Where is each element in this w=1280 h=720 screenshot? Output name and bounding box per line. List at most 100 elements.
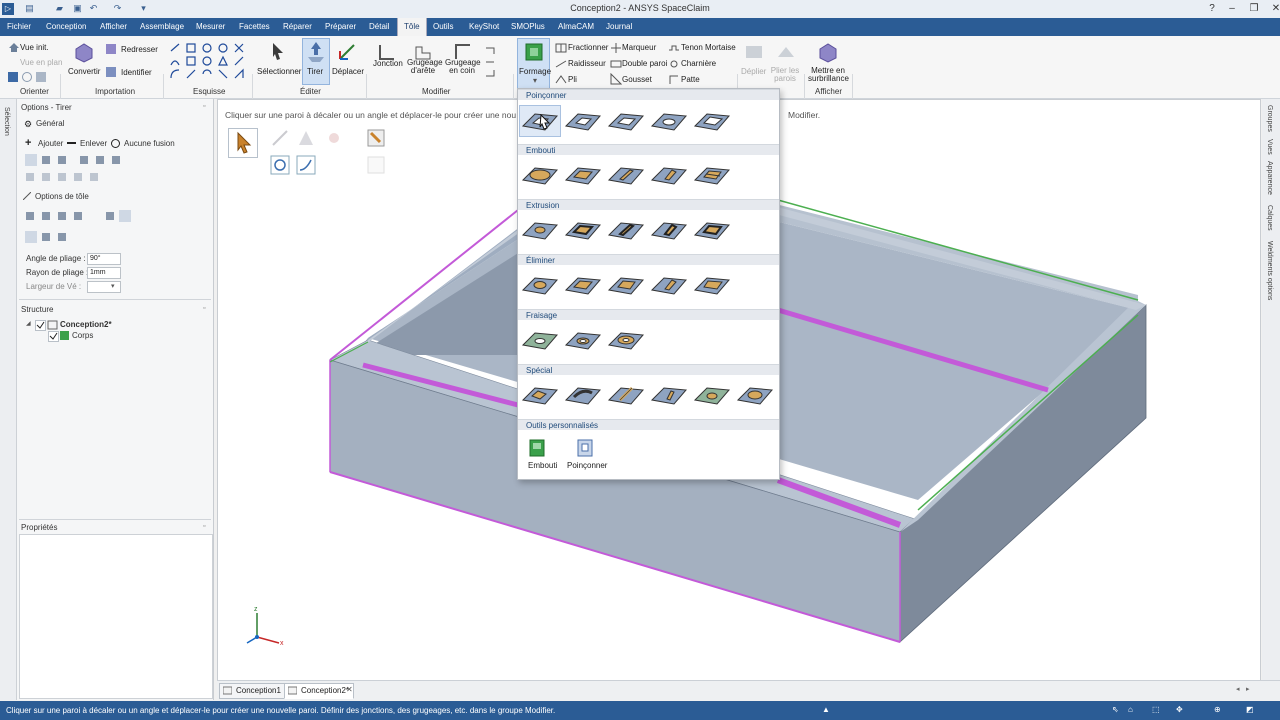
menu-facettes[interactable]: Facettes [239,18,270,36]
tab-scroll-left-icon[interactable]: ◂ [1236,685,1240,693]
raidisseur-icon[interactable] [555,58,567,70]
structure-child[interactable]: Corps [72,331,93,340]
home-view-icon[interactable] [8,41,20,53]
vues-side-tab[interactable]: Vues [1266,139,1273,155]
extrusion-tool-5-icon[interactable] [692,215,732,245]
special-tool-2-icon[interactable] [563,380,603,410]
punch-tool-5-icon[interactable] [692,106,732,136]
rayon-pliage-input[interactable]: 1mm [87,267,121,279]
menu-fichier[interactable]: Fichier [7,18,31,36]
status-view-icon[interactable]: ◩ [1246,705,1254,714]
close-tab-icon[interactable]: ✕ [346,685,353,694]
countersink-tool-3-icon[interactable] [606,325,646,355]
add-icon[interactable]: + [25,138,31,149]
custom-embouti-icon[interactable] [528,439,546,457]
emboss-tool-5-icon[interactable] [692,160,732,190]
patte-icon[interactable] [668,73,680,85]
tirer-button[interactable]: Tirer [307,67,323,76]
pin-icon[interactable]: ▫ [203,103,205,110]
largeur-ve-select[interactable] [87,281,121,293]
vue-init-button[interactable]: Vue init. [20,43,49,52]
menu-tole[interactable]: Tôle [397,18,427,36]
angle-pliage-input[interactable]: 90° [87,253,121,265]
status-up-icon[interactable]: ▲ [822,705,830,714]
extrusion-tool-2-icon[interactable] [563,215,603,245]
maximize-icon[interactable]: ❐ [1242,1,1266,17]
vue-en-plan-button[interactable]: Vue en plan [20,58,62,67]
menu-assemblage[interactable]: Assemblage [140,18,184,36]
eliminate-tool-5-icon[interactable] [692,270,732,300]
countersink-tool-2-icon[interactable] [563,325,603,355]
calques-side-tab[interactable]: Calques [1266,205,1273,231]
emboss-tool-1-icon[interactable] [520,160,560,190]
emboss-tool-3-icon[interactable] [606,160,646,190]
fractionner-button[interactable]: Fractionner [568,43,608,52]
special-tool-4-icon[interactable] [649,380,689,410]
double-paroi-button[interactable]: Double paroi [622,59,667,68]
menu-outils[interactable]: Outils [433,18,453,36]
convertir-icon[interactable] [73,41,95,63]
select-arrow-icon[interactable] [267,41,289,63]
custom-poinconner-icon[interactable] [576,439,594,457]
status-box-select-icon[interactable]: ⬚ [1152,705,1160,714]
selection-side-tab[interactable]: Sélection [3,107,10,136]
identifier-icon[interactable] [105,66,117,78]
ajouter-option[interactable]: Ajouter [38,139,63,148]
aucune-fusion-option[interactable]: Aucune fusion [124,139,175,148]
move-icon[interactable] [336,41,358,63]
marqueur-icon[interactable] [610,42,622,54]
minimize-icon[interactable]: ‒ [1220,1,1244,17]
status-pan-icon[interactable]: ✥ [1176,705,1183,714]
menu-afficher[interactable]: Afficher [100,18,127,36]
plier-parois-button[interactable]: Plier les parois [770,67,800,83]
checkbox[interactable] [35,320,46,331]
view-cube-icon[interactable] [8,72,18,82]
status-filter-icon[interactable]: ⌂ [1128,705,1133,714]
deplier-button[interactable]: Déplier [741,67,766,76]
pli-icon[interactable] [555,73,567,85]
extrusion-tool-4-icon[interactable] [649,215,689,245]
menu-reparer[interactable]: Réparer [283,18,312,36]
status-select-mode-icon[interactable]: ⇖ [1112,705,1119,714]
punch-tool-1-icon[interactable] [519,105,561,137]
eliminate-tool-1-icon[interactable] [520,270,560,300]
charniere-button[interactable]: Charnière [681,59,716,68]
close-icon[interactable]: ✕ [1264,1,1280,17]
rotate-view-icon[interactable] [22,72,32,82]
remove-icon[interactable] [67,142,76,144]
checkbox[interactable] [48,331,59,342]
raidisseur-button[interactable]: Raidisseur [568,59,606,68]
apparence-side-tab[interactable]: Apparence [1266,161,1273,195]
collapse-icon[interactable]: ◢ [26,320,31,327]
gousset-icon[interactable] [610,72,623,85]
formage-button[interactable]: Formage [519,67,551,76]
grugeage-arete-button[interactable]: Grugeage d'arête [407,59,443,75]
custom-embouti-label[interactable]: Embouti [528,461,557,470]
grugeage-coin-button[interactable]: Grugeage en coin [445,59,481,75]
menu-almacam[interactable]: AlmaCAM [558,18,594,36]
plier-parois-icon[interactable] [775,41,797,63]
redresser-button[interactable]: Redresser [121,45,158,54]
emboss-tool-4-icon[interactable] [649,160,689,190]
zoom-view-icon[interactable] [36,72,46,82]
emboss-tool-2-icon[interactable] [563,160,603,190]
identifier-button[interactable]: Identifier [121,68,152,77]
punch-tool-3-icon[interactable] [606,106,646,136]
extrusion-tool-1-icon[interactable] [520,215,560,245]
pull-options-toolbar-2[interactable] [25,171,105,183]
special-tool-5-icon[interactable] [692,380,732,410]
special-tool-1-icon[interactable] [520,380,560,410]
special-tool-3-icon[interactable] [606,380,646,410]
enlever-option[interactable]: Enlever [80,139,107,148]
pin-icon[interactable]: ▫ [203,523,205,530]
jonction-button[interactable]: Jonction [373,59,403,68]
menu-detail[interactable]: Détail [369,18,389,36]
deplacer-button[interactable]: Déplacer [332,67,364,76]
extrusion-tool-3-icon[interactable] [606,215,646,245]
countersink-tool-1-icon[interactable] [520,325,560,355]
eliminate-tool-2-icon[interactable] [563,270,603,300]
highlight-icon[interactable] [817,41,839,63]
weldments-side-tab[interactable]: Weldments options [1266,241,1273,300]
menu-journal[interactable]: Journal [606,18,632,36]
sheet-options-toolbar-2[interactable] [25,231,85,243]
